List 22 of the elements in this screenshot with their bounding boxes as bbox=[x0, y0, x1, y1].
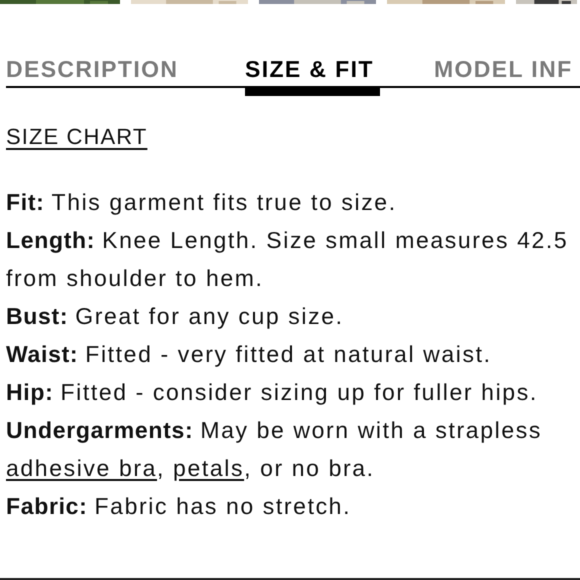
detail-label: Bust: bbox=[6, 302, 68, 331]
detail-text: from shoulder to hem. bbox=[6, 264, 264, 293]
detail-text: Knee Length. Size small measures 42.5 bbox=[102, 226, 568, 255]
detail-label: Hip: bbox=[6, 378, 54, 407]
detail-text: This garment fits true to size. bbox=[52, 188, 397, 217]
detail-text: May be worn with a strapless bbox=[200, 416, 542, 445]
detail-text: Great for any cup size. bbox=[75, 302, 344, 331]
tab[interactable]: DESCRIPTION bbox=[6, 52, 245, 92]
tab[interactable]: MODEL INF bbox=[434, 52, 572, 92]
text-link[interactable]: petals bbox=[173, 449, 244, 487]
size-chart-link[interactable]: SIZE CHART bbox=[6, 124, 148, 149]
detail-text: Fabric has no stretch. bbox=[94, 492, 352, 521]
detail-text: , bbox=[157, 454, 166, 483]
text-link[interactable]: adhesive bra bbox=[6, 449, 158, 487]
detail-label: Undergarments: bbox=[6, 416, 194, 445]
detail-label: Fit: bbox=[6, 188, 45, 217]
detail-text: Fitted - very fitted at natural waist. bbox=[85, 340, 492, 369]
detail-label: Waist: bbox=[6, 340, 78, 369]
detail-text: Fitted - consider sizing up for fuller hips. bbox=[60, 378, 538, 407]
detail-label: Length: bbox=[6, 226, 96, 255]
detail-text: , or no bra. bbox=[244, 454, 375, 483]
detail-label: Fabric: bbox=[6, 492, 88, 521]
